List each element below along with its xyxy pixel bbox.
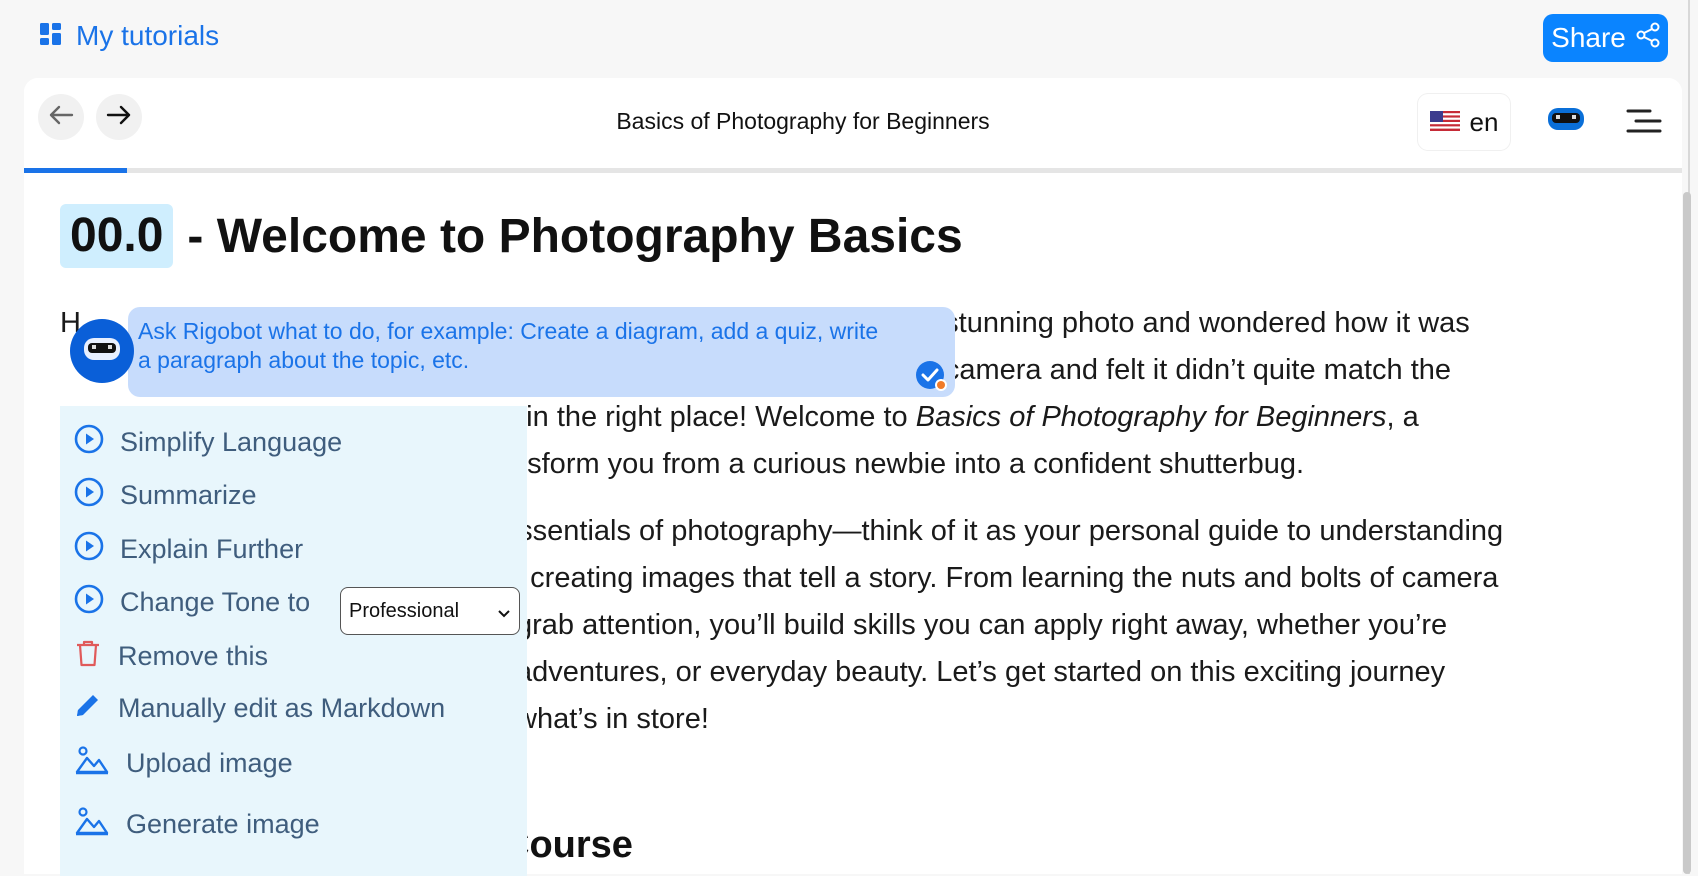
lesson-number: 00.0 — [60, 204, 174, 268]
play-circle-icon — [74, 424, 104, 461]
share-button[interactable]: Share — [1543, 14, 1668, 62]
paragraph-1-line-3: e in the right place! Welcome to Basics … — [502, 392, 1419, 443]
paragraph-1-line-3-text: e in the right place! Welcome to — [502, 401, 916, 433]
image-icon — [74, 806, 110, 843]
prompt-placeholder: Ask Rigobot what to do, for example: Cre… — [138, 318, 879, 373]
share-label: Share — [1551, 22, 1626, 53]
trash-icon — [74, 638, 102, 675]
paragraph-2-line-5: what’s in store! — [516, 703, 709, 735]
send-check-icon — [915, 361, 949, 398]
paragraph-2-line-2: d creating images that tell a story. Fro… — [506, 562, 1499, 594]
remove-this-action[interactable]: Remove this — [74, 638, 268, 675]
paragraph-2-line-4: adventures, or everyday beauty. Let’s ge… — [516, 656, 1446, 688]
prompt-send-button[interactable] — [915, 360, 949, 399]
pencil-icon — [74, 691, 102, 726]
menu-icon — [1626, 109, 1662, 138]
change-tone-action[interactable]: Change Tone to — [74, 584, 310, 621]
lesson-progress — [24, 168, 1682, 173]
simplify-language-action[interactable]: Simplify Language — [74, 424, 342, 461]
generate-image-action[interactable]: Generate image — [74, 806, 320, 843]
chevron-down-icon — [497, 602, 511, 625]
rigobot-action-menu: Simplify Language Summarize Explain Furt… — [60, 406, 527, 876]
rigobot-icon — [82, 336, 122, 367]
paragraph-2-line-3: grab attention, you’ll build skills you … — [516, 609, 1448, 641]
course-title-emphasis: Basics of Photography for Beginners — [915, 401, 1387, 433]
play-circle-icon — [74, 531, 104, 568]
us-flag-icon — [1429, 107, 1460, 138]
image-icon — [74, 745, 110, 782]
edit-markdown-label: Manually edit as Markdown — [118, 693, 446, 723]
paragraph-2-line-1: essentials of photography—think of it as… — [502, 515, 1504, 547]
my-tutorials-label: My tutorials — [76, 20, 220, 51]
play-circle-icon — [74, 584, 104, 621]
rigobot-avatar — [70, 319, 134, 383]
tone-selected-value: Professional — [349, 599, 460, 622]
edit-markdown-action[interactable]: Manually edit as Markdown — [74, 691, 445, 726]
paragraph-1-line-1: a stunning photo and wondered how it was — [920, 307, 1470, 339]
paragraph-1-line-4: nsform you from a curious newbie into a … — [511, 448, 1305, 480]
simplify-language-label: Simplify Language — [120, 427, 343, 457]
lesson-navbar: Basics of Photography for Beginners en — [24, 78, 1682, 173]
paragraph-1-line-2: or camera and felt it didn’t quite match… — [911, 354, 1452, 386]
lesson-progress-fill — [24, 168, 127, 173]
explain-further-label: Explain Further — [120, 534, 304, 564]
play-circle-icon — [74, 477, 104, 514]
rigobot-button[interactable] — [1546, 106, 1586, 137]
upload-image-action[interactable]: Upload image — [74, 745, 293, 782]
lesson-heading-text: - Welcome to Photography Basics — [187, 209, 963, 263]
remove-this-label: Remove this — [118, 641, 269, 671]
lesson-title: Basics of Photography for Beginners — [616, 108, 990, 134]
my-tutorials-link[interactable]: My tutorials — [40, 20, 219, 52]
menu-button[interactable] — [1626, 108, 1662, 139]
generate-image-label: Generate image — [126, 809, 320, 839]
scrollbar-thumb[interactable] — [1683, 192, 1691, 874]
summarize-label: Summarize — [120, 480, 257, 510]
language-selector[interactable]: en — [1418, 94, 1510, 150]
top-bar: My tutorials Share — [0, 0, 1698, 78]
summarize-action[interactable]: Summarize — [74, 477, 257, 514]
lesson-heading: 00.0 - Welcome to Photography Basics — [60, 204, 963, 268]
dashboard-icon — [40, 20, 62, 52]
rigobot-prompt-input[interactable]: Ask Rigobot what to do, for example: Cre… — [128, 307, 955, 397]
tone-select[interactable]: Professional — [340, 587, 520, 635]
language-code: en — [1469, 106, 1499, 137]
share-icon — [1636, 22, 1660, 55]
change-tone-label: Change Tone to — [120, 587, 311, 617]
upload-image-label: Upload image — [126, 748, 293, 778]
explain-further-action[interactable]: Explain Further — [74, 531, 303, 568]
paragraph-1-line-3-end: , a — [1386, 401, 1419, 433]
rigobot-icon — [1546, 108, 1586, 136]
